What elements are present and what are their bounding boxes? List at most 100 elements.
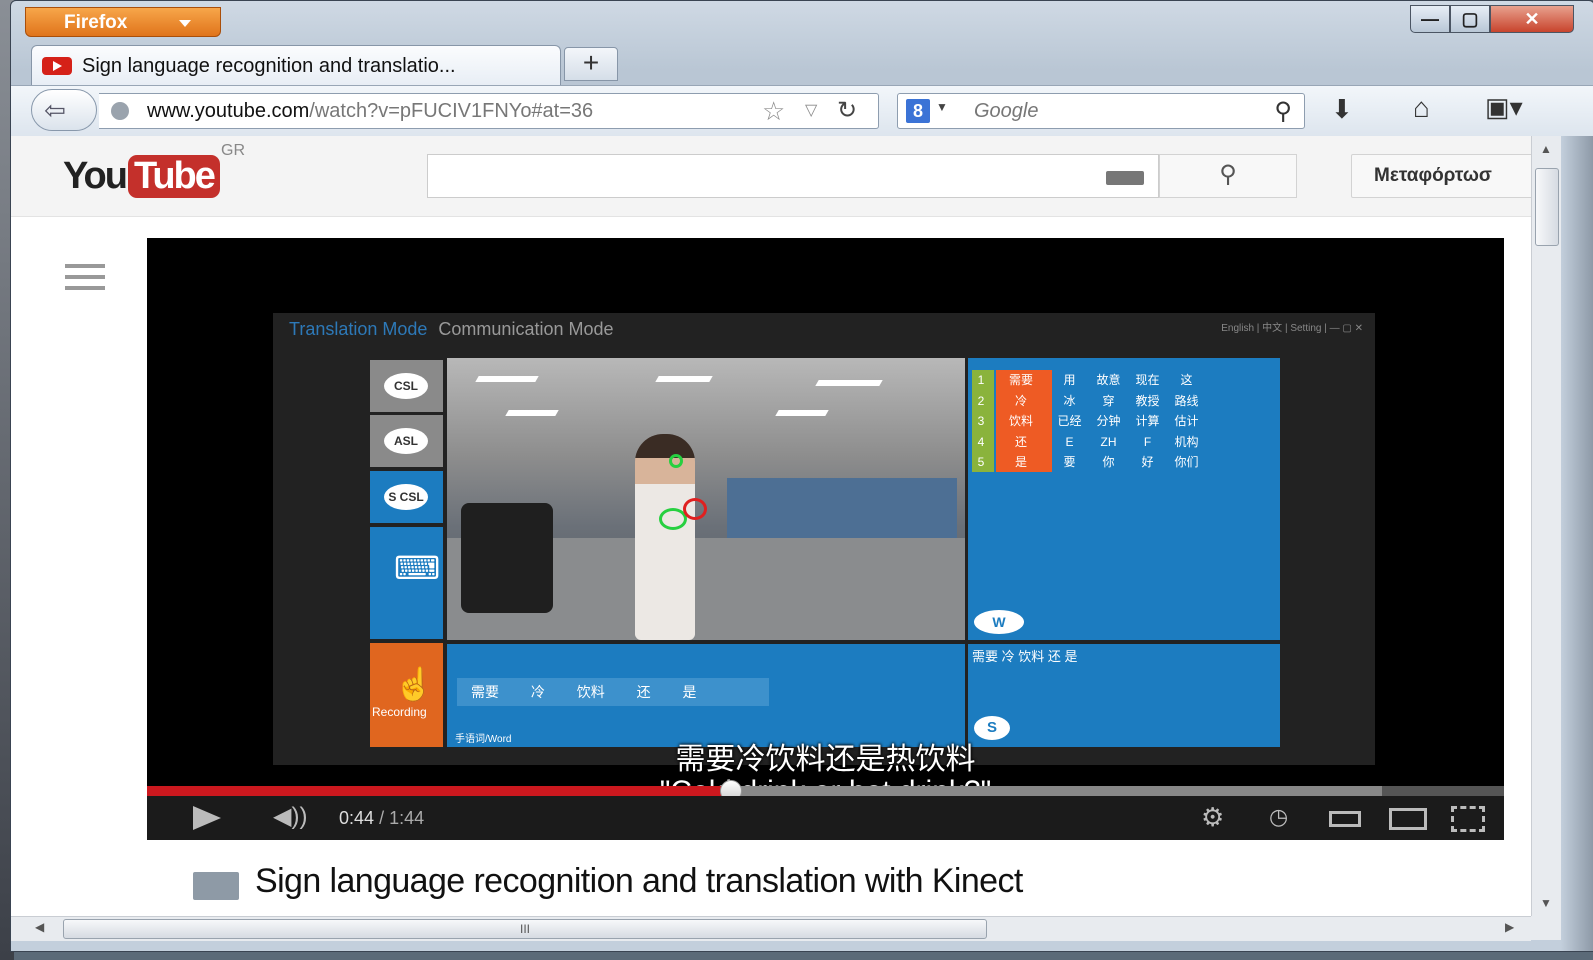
word-candidates-panel: 1 需要用故意 现在这 2 冷冰穿教授 路线 3 饮料 已经 分钟 计算 估计 4 还 E ZH F 机构 …: [968, 358, 1280, 640]
navigation-toolbar: ⇦ www.youtube.com/watch?v=pFUCIV1FNYo#at…: [11, 85, 1593, 137]
head-tracker: [669, 454, 683, 468]
chevron-down-icon: [179, 20, 191, 27]
upload-button[interactable]: Μεταφόρτωσ: [1351, 154, 1531, 198]
csl-tile: CSL: [370, 360, 443, 412]
youtube-masthead: You Tube GR ⚲ Μεταφόρτωσ: [11, 136, 1531, 217]
ceiling-light: [655, 376, 713, 382]
keyboard-icon[interactable]: [1106, 171, 1144, 185]
bookmark-star-icon[interactable]: ☆: [762, 96, 785, 127]
camera-view: [447, 358, 965, 640]
asl-tile: ASL: [370, 415, 443, 467]
sign-input-tile: ⌨: [370, 527, 443, 639]
video-player[interactable]: Translation Mode Communication Mode Engl…: [147, 238, 1504, 840]
sentence-words: 需要 冷 饮料 还 是: [457, 678, 769, 706]
search-engine-icon[interactable]: 8: [906, 99, 930, 123]
url-text: www.youtube.com/watch?v=pFUCIV1FNYo#at=3…: [147, 100, 593, 123]
reload-icon[interactable]: ↻: [837, 96, 857, 125]
volume-icon[interactable]: ◀)): [273, 802, 307, 831]
guide-menu-icon[interactable]: [65, 264, 105, 294]
scroll-down-icon[interactable]: ▼: [1540, 896, 1552, 910]
ceiling-light: [775, 410, 829, 416]
ceiling-light: [505, 410, 559, 416]
fullscreen-icon[interactable]: [1451, 806, 1485, 832]
history-dropdown-icon[interactable]: ▽: [805, 100, 817, 120]
word-row: 2 冷冰穿教授 路线: [977, 393, 1199, 408]
url-path: /watch?v=pFUCIV1FNYo#at=36: [309, 100, 594, 122]
firefox-menu-label: Firefox: [64, 12, 128, 33]
search-bar[interactable]: 8 ▼ Google ⚲: [897, 93, 1305, 129]
word-row: 4 还 E ZH F 机构: [977, 434, 1199, 449]
vertical-scrollbar[interactable]: ▲ ▼: [1531, 136, 1562, 916]
app-window-controls: English | 中文 | Setting | — ▢ ✕: [1221, 323, 1363, 334]
time-total: 1:44: [389, 808, 425, 828]
scsl-tile: S CSL: [370, 471, 443, 523]
youtube-search-input[interactable]: [427, 154, 1159, 198]
youtube-logo[interactable]: You Tube: [63, 152, 220, 200]
search-engine-dropdown-icon[interactable]: ▼: [936, 100, 948, 114]
video-title: Sign language recognition and translatio…: [255, 862, 1023, 900]
youtube-favicon-icon: [42, 57, 72, 75]
word-row: 5 是要你好你们: [977, 455, 1199, 469]
search-icon[interactable]: ⚲: [1274, 97, 1292, 126]
scroll-left-icon[interactable]: ◀: [35, 920, 44, 934]
play-icon[interactable]: [193, 806, 221, 830]
time-separator: /: [379, 808, 385, 828]
word-row: 1 需要用故意 现在这: [977, 373, 1193, 387]
browser-window: Firefox — ▢ ✕ Sign language recognition …: [10, 0, 1593, 952]
url-bar[interactable]: www.youtube.com/watch?v=pFUCIV1FNYo#at=3…: [99, 93, 879, 129]
app-title: Translation Mode Communication Mode: [289, 319, 614, 340]
time-current: 0:44: [339, 808, 375, 828]
back-button[interactable]: ⇦: [31, 89, 97, 131]
search-icon: ⚲: [1219, 161, 1237, 188]
region-label: GR: [221, 142, 245, 159]
ceiling-light: [815, 380, 883, 386]
right-hand-tracker: [683, 498, 707, 520]
hand-icon: ☝: [394, 666, 434, 702]
settings-gear-icon[interactable]: ⚙: [1201, 802, 1224, 833]
window-frame-right: [1561, 136, 1593, 951]
firefox-menu-button[interactable]: Firefox: [25, 7, 221, 37]
new-tab-button[interactable]: +: [564, 47, 618, 81]
logo-you: You: [63, 154, 128, 197]
downloads-icon[interactable]: ⬇: [1331, 94, 1353, 125]
communication-mode-label: Communication Mode: [438, 319, 614, 339]
tab-title: Sign language recognition and translatio…: [82, 55, 456, 77]
word-row: 3 饮料 已经 分钟 计算 估计: [977, 414, 1199, 428]
home-icon[interactable]: ⌂: [1413, 92, 1430, 124]
progress-played: [147, 786, 731, 796]
horizontal-scroll-thumb[interactable]: III: [63, 919, 987, 939]
large-player-icon[interactable]: [1389, 808, 1427, 830]
keyboard-check-icon: ⌨: [394, 550, 441, 586]
minimize-button[interactable]: —: [1410, 5, 1450, 33]
time-display: 0:44 / 1:44: [339, 808, 424, 829]
tab-active[interactable]: Sign language recognition and translatio…: [31, 45, 561, 85]
bookmarks-menu-icon[interactable]: ▣▾: [1485, 92, 1523, 123]
asl-bubble-icon: ASL: [384, 428, 428, 454]
back-arrow-icon: ⇦: [44, 95, 66, 125]
url-domain: www.youtube.com: [147, 100, 310, 122]
vertical-scroll-thumb[interactable]: [1535, 168, 1559, 246]
globe-icon: [111, 102, 129, 120]
window-controls: — ▢ ✕: [1410, 5, 1574, 35]
recording-label: Recording: [372, 705, 427, 719]
lock-icon: [193, 872, 239, 900]
scroll-up-icon[interactable]: ▲: [1540, 142, 1552, 156]
ceiling-light: [475, 376, 539, 382]
output-text: 需要 冷 饮料 还 是: [972, 649, 1078, 664]
close-button[interactable]: ✕: [1490, 5, 1574, 33]
maximize-button[interactable]: ▢: [1450, 5, 1490, 33]
small-player-icon[interactable]: [1329, 811, 1361, 827]
youtube-search-button[interactable]: ⚲: [1159, 154, 1297, 198]
scroll-right-icon[interactable]: ▶: [1505, 920, 1514, 934]
recording-tile: ☝ Recording: [370, 643, 443, 747]
output-panel: 需要 冷 饮料 还 是 S: [968, 644, 1280, 747]
scsl-bubble-icon: S CSL: [384, 484, 428, 510]
sentence-panel: 需要 冷 饮料 还 是 手语词/Word: [447, 644, 965, 747]
video-frame[interactable]: Translation Mode Communication Mode Engl…: [273, 313, 1375, 765]
horizontal-scrollbar[interactable]: ◀ III ▶: [11, 916, 1531, 941]
search-placeholder: Google: [974, 100, 1039, 122]
player-controls: ◀)) 0:44 / 1:44 ⚙ ◷: [147, 796, 1504, 840]
scrollbar-corner: [1531, 916, 1561, 940]
watch-later-icon[interactable]: ◷: [1269, 804, 1288, 830]
progress-bar[interactable]: [147, 780, 1504, 802]
